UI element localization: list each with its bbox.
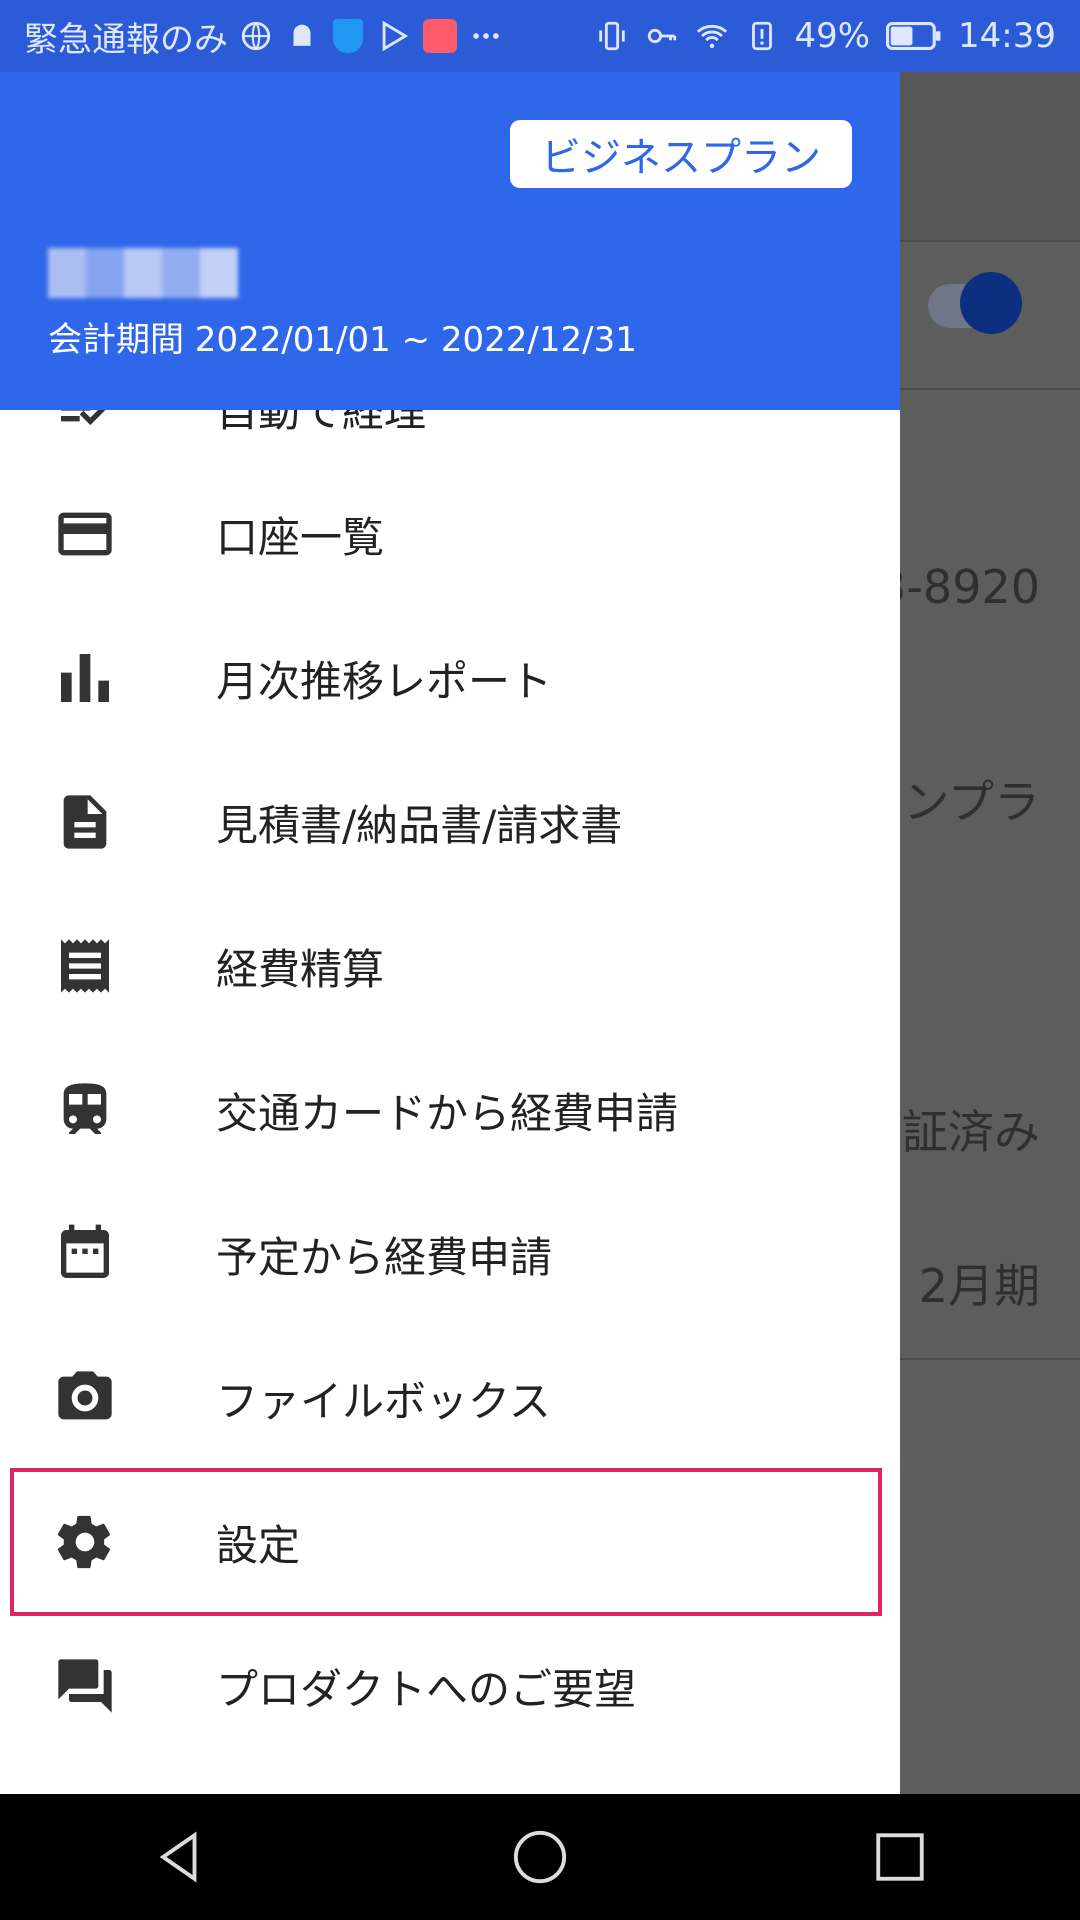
menu-item-label: プロダクトへのご要望 [216, 1664, 637, 1714]
business-plan-badge[interactable]: ビジネスプラン [510, 120, 852, 188]
background-divider [900, 388, 1080, 390]
gear-icon [50, 1507, 120, 1577]
battery-icon [884, 18, 944, 54]
fiscal-period-text: 会計期間 2022/01/01 ~ 2022/12/31 [48, 320, 637, 360]
menu-item-file-box[interactable]: ファイルボックス [0, 1326, 900, 1470]
menu-item-transit-card-expense[interactable]: 交通カードから経費申請 [0, 1038, 900, 1182]
recents-square-icon [876, 1833, 924, 1881]
key-icon [644, 18, 680, 54]
menu-item-label: 見積書/納品書/請求書 [216, 800, 623, 850]
background-period-text: 2月期 [918, 1259, 1040, 1313]
background-toggle-knob [960, 272, 1022, 334]
carrier-text: 緊急通報のみ [24, 19, 228, 60]
train-icon [50, 1075, 120, 1145]
alert-icon [744, 18, 780, 54]
back-triangle-icon [159, 1831, 197, 1883]
menu-item-monthly-report[interactable]: 月次推移レポート [0, 606, 900, 750]
drawer-header: ビジネスプラン 会計期間 2022/01/01 ~ 2022/12/31 [0, 72, 900, 410]
menu-item-label: 予定から経費申請 [216, 1232, 553, 1282]
background-template-text: ンプラ [903, 775, 1040, 829]
android-icon [284, 18, 320, 54]
recents-button[interactable] [855, 1812, 945, 1902]
background-divider [900, 1358, 1080, 1360]
background-divider [900, 240, 1080, 242]
system-navigation-bar [0, 1794, 1080, 1920]
menu-item-invoices[interactable]: 見積書/納品書/請求書 [0, 750, 900, 894]
battery-percent: 49% [794, 16, 871, 56]
globe-icon [238, 18, 274, 54]
status-bar: 緊急通報のみ 49% 14:39 [0, 0, 1080, 72]
clock: 14:39 [958, 16, 1056, 56]
background-verified-text: 証済み [902, 1105, 1040, 1159]
camera-icon [50, 1363, 120, 1433]
menu-item-accounts[interactable]: 口座一覧 [0, 462, 900, 606]
document-icon [50, 787, 120, 857]
home-button[interactable] [495, 1812, 585, 1902]
menu-item-expense-settlement[interactable]: 経費精算 [0, 894, 900, 1038]
background-phone-text: 3-8920 [877, 560, 1040, 614]
huawei-app-icon [422, 18, 458, 54]
play-store-icon [376, 18, 412, 54]
menu-item-product-feedback[interactable]: プロダクトへのご要望 [0, 1614, 900, 1758]
back-button[interactable] [135, 1812, 225, 1902]
user-name-redacted [48, 248, 238, 298]
menu-item-label: 月次推移レポート [216, 656, 553, 706]
shield-icon [330, 18, 366, 54]
menu-item-label: 経費精算 [216, 944, 385, 994]
more-icon [468, 18, 504, 54]
menu-item-label: 交通カードから経費申請 [216, 1088, 679, 1138]
menu-item-settings[interactable]: 設定 [0, 1470, 900, 1614]
menu-item-label: 口座一覧 [216, 512, 385, 562]
navigation-drawer: ビジネスプラン 会計期間 2022/01/01 ~ 2022/12/31 自動で… [0, 72, 900, 1794]
credit-card-icon [50, 499, 120, 569]
vibrate-icon [594, 18, 630, 54]
wifi-icon [694, 18, 730, 54]
menu-item-label: 設定 [216, 1520, 301, 1570]
calendar-icon [50, 1219, 120, 1289]
bar-chart-icon [50, 643, 120, 713]
menu-item-calendar-expense[interactable]: 予定から経費申請 [0, 1182, 900, 1326]
menu-item-label: ファイルボックス [216, 1376, 551, 1426]
feedback-icon [50, 1651, 120, 1721]
home-circle-icon [513, 1830, 567, 1884]
receipt-icon [50, 931, 120, 1001]
